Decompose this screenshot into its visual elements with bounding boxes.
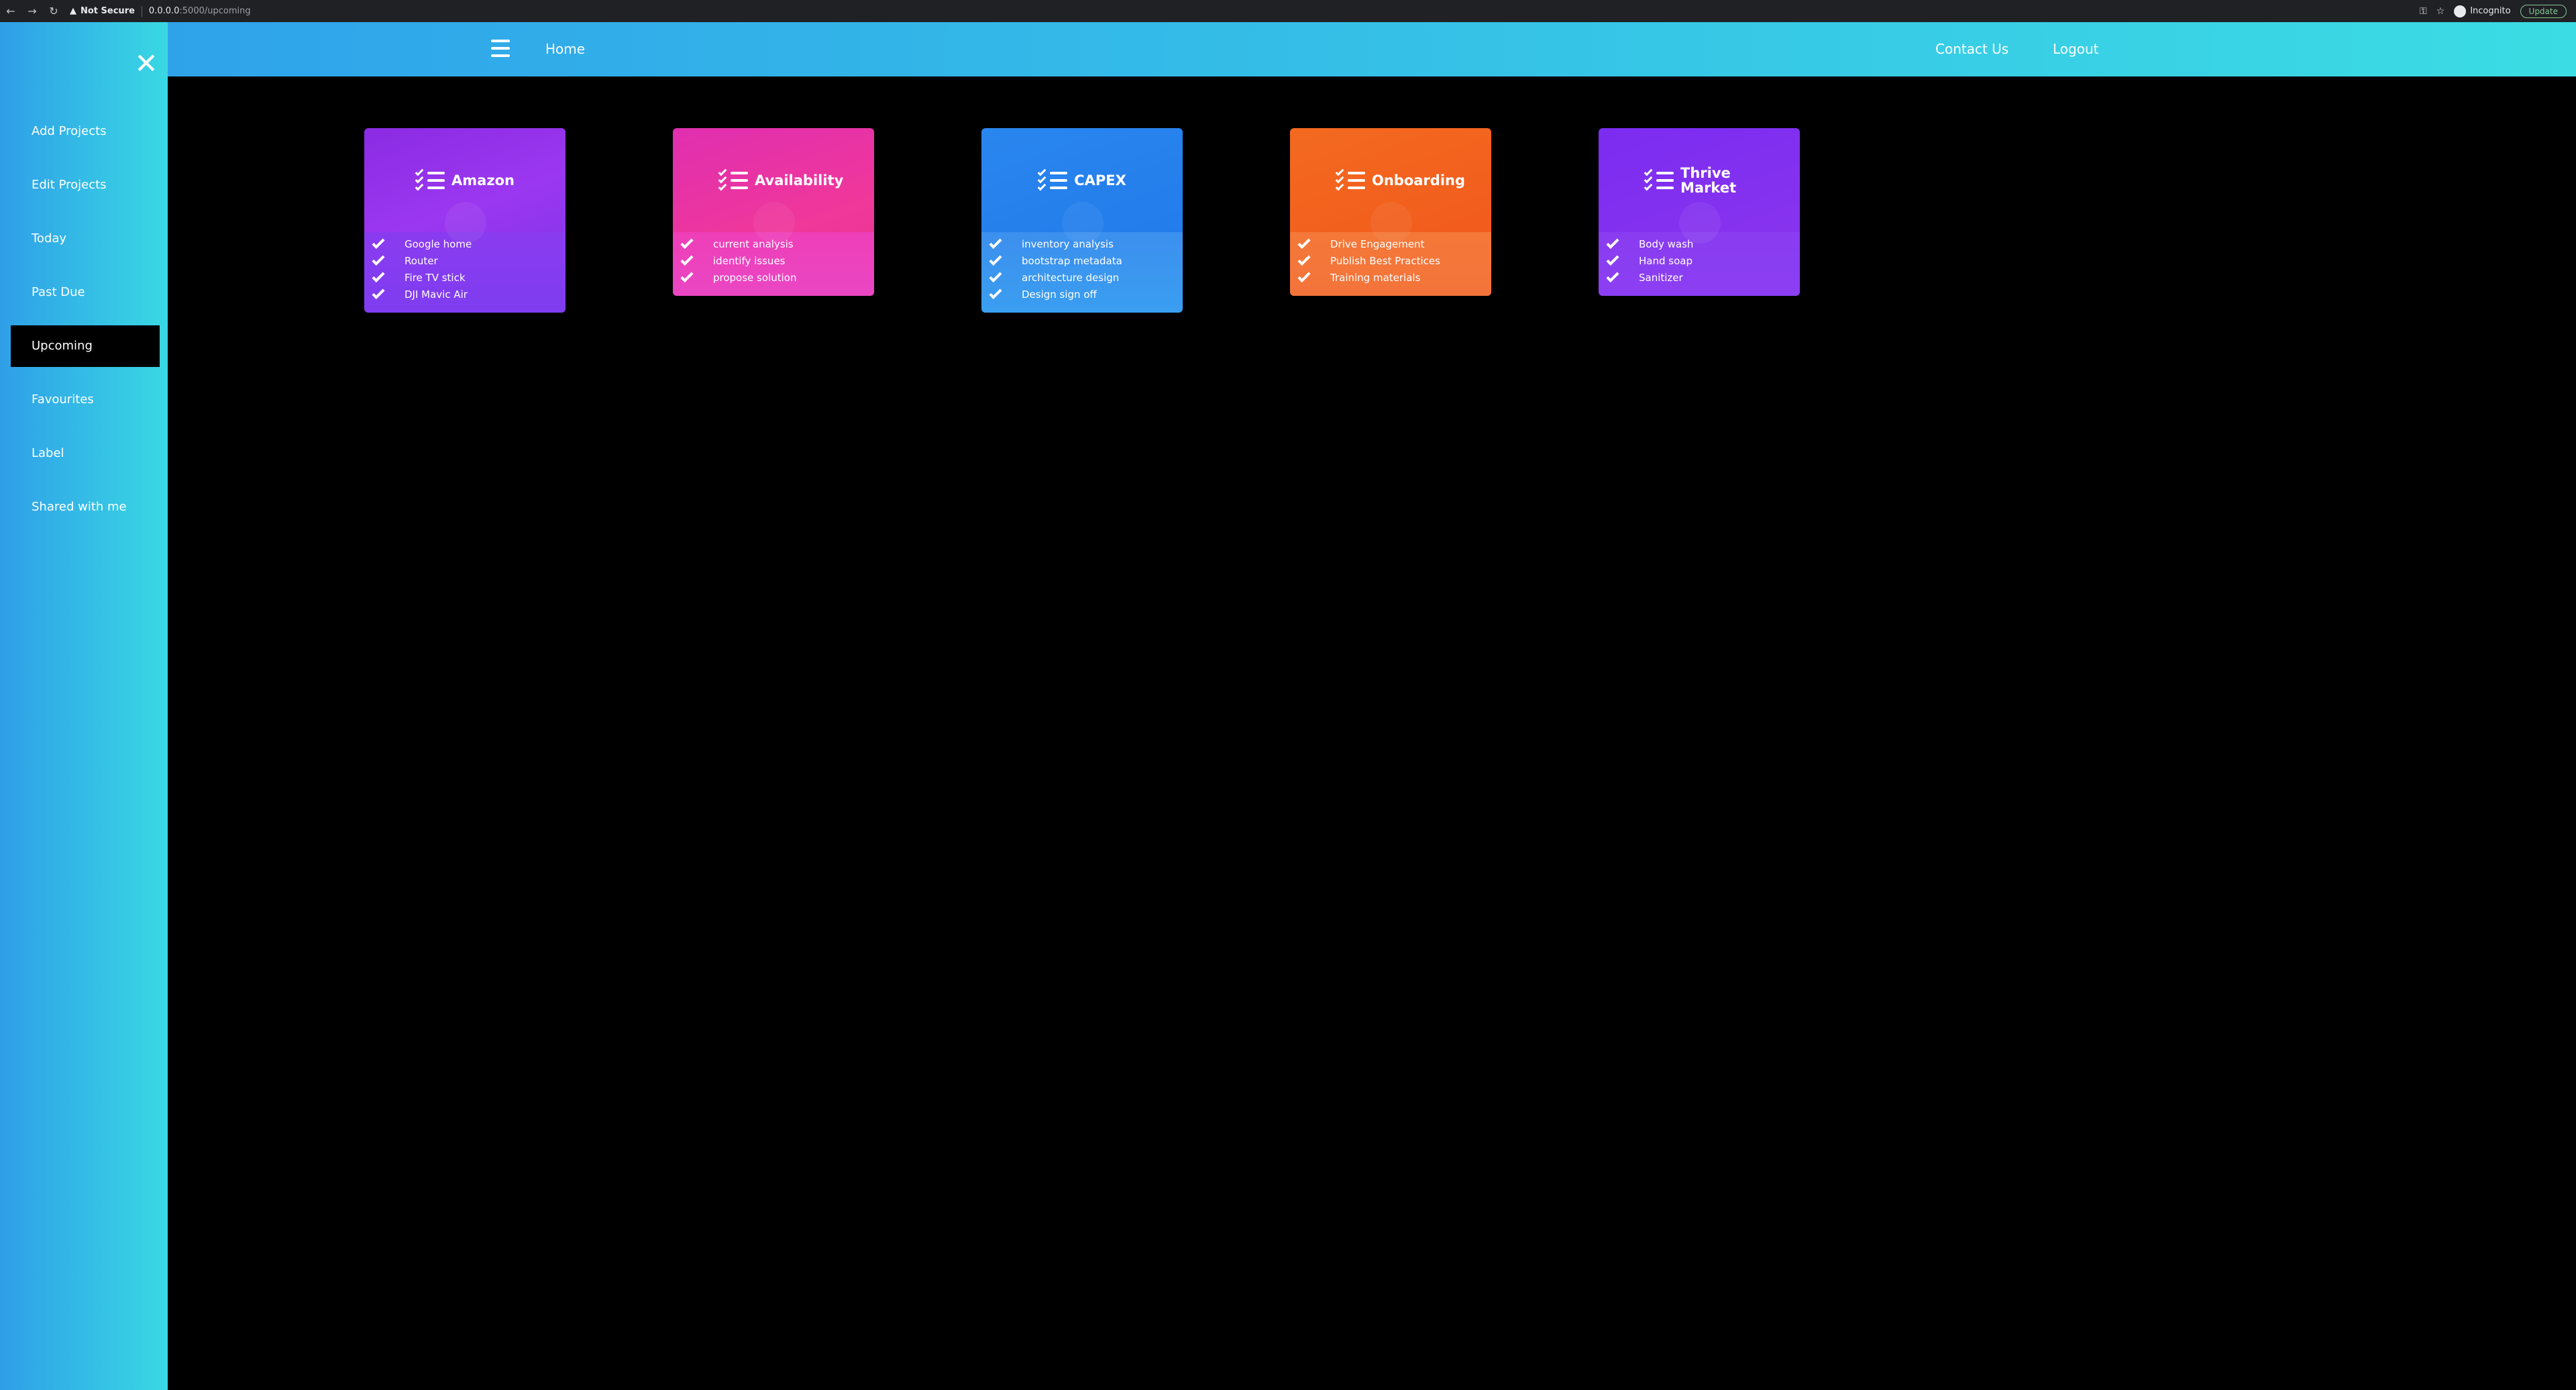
- key-icon[interactable]: ⚿: [2420, 6, 2427, 17]
- security-label: Not Secure: [80, 6, 135, 16]
- check-icon: [680, 269, 694, 283]
- check-icon: [1606, 235, 1619, 250]
- sidebar: ✕ Add Projects Edit Projects Today Past …: [0, 22, 168, 1390]
- task-item[interactable]: Training materials: [1290, 269, 1491, 286]
- browser-toolbar: ← → ↻ ▲ Not Secure 0.0.0.0 :5000/upcomin…: [0, 0, 2576, 22]
- card-header: Availability: [673, 128, 874, 244]
- task-item[interactable]: Publish Best Practices: [1290, 252, 1491, 270]
- sidebar-item-edit-projects[interactable]: Edit Projects: [11, 164, 160, 206]
- check-icon: [1297, 235, 1311, 250]
- check-icon: [989, 269, 1002, 283]
- check-icon: [989, 235, 1002, 250]
- task-item[interactable]: Design sign off: [981, 286, 1183, 303]
- check-icon: [680, 235, 694, 250]
- task-item[interactable]: Fire TV stick: [364, 269, 566, 286]
- sidebar-item-favourites[interactable]: Favourites: [11, 379, 160, 421]
- check-icon: [372, 252, 385, 266]
- task-item[interactable]: DJI Mavic Air: [364, 286, 566, 303]
- check-icon: [372, 235, 385, 250]
- nav-logout-link[interactable]: Logout: [2053, 41, 2098, 57]
- incognito-label: Incognito: [2470, 6, 2511, 16]
- task-item[interactable]: Router: [364, 252, 566, 270]
- star-icon[interactable]: ☆: [2436, 6, 2445, 17]
- close-icon[interactable]: ✕: [134, 50, 158, 78]
- project-card-thrive-market[interactable]: Thrive Market Body wash Hand soap Saniti…: [1599, 128, 1800, 296]
- forward-icon[interactable]: →: [21, 0, 43, 22]
- project-card-amazon[interactable]: Amazon Google home Router Fire TV stick …: [364, 128, 566, 313]
- back-icon[interactable]: ←: [0, 0, 21, 22]
- check-icon: [989, 286, 1002, 300]
- card-header: Amazon: [364, 128, 566, 244]
- incognito-indicator[interactable]: Incognito: [2454, 5, 2511, 17]
- project-card-availability[interactable]: Availability current analysis identify i…: [673, 128, 874, 296]
- card-title: Amazon: [451, 172, 515, 189]
- update-button[interactable]: Update: [2520, 4, 2567, 18]
- top-navbar: Home Contact Us Logout: [168, 22, 2576, 76]
- url-path: :5000/upcoming: [179, 6, 251, 16]
- check-icon: [1297, 252, 1311, 266]
- checklist-icon: [415, 167, 445, 192]
- check-icon: [680, 252, 694, 266]
- card-title: CAPEX: [1074, 172, 1126, 189]
- sidebar-item-shared-with-me[interactable]: Shared with me: [11, 486, 160, 528]
- address-bar[interactable]: ▲ Not Secure 0.0.0.0 :5000/upcoming: [70, 3, 251, 20]
- card-task-list: inventory analysis bootstrap metadata ar…: [981, 232, 1183, 313]
- sidebar-item-past-due[interactable]: Past Due: [11, 272, 160, 313]
- card-title: Availability: [755, 172, 844, 189]
- sidebar-item-upcoming[interactable]: Upcoming: [11, 325, 160, 367]
- sidebar-item-add-projects[interactable]: Add Projects: [11, 111, 160, 152]
- nav-home-link[interactable]: Home: [545, 41, 585, 57]
- project-card-onboarding[interactable]: Onboarding Drive Engagement Publish Best…: [1290, 128, 1491, 296]
- project-card-capex[interactable]: CAPEX inventory analysis bootstrap metad…: [981, 128, 1183, 313]
- check-icon: [1606, 269, 1619, 283]
- check-icon: [989, 252, 1002, 266]
- task-item[interactable]: identify issues: [673, 252, 874, 270]
- task-item[interactable]: Hand soap: [1599, 252, 1800, 270]
- nav-contact-link[interactable]: Contact Us: [1935, 41, 2008, 57]
- reload-icon[interactable]: ↻: [43, 0, 64, 22]
- card-task-list: Google home Router Fire TV stick DJI Mav…: [364, 232, 566, 313]
- task-item[interactable]: bootstrap metadata: [981, 252, 1183, 270]
- check-icon: [372, 269, 385, 283]
- sidebar-item-today[interactable]: Today: [11, 218, 160, 260]
- task-item[interactable]: propose solution: [673, 269, 874, 286]
- card-title: Onboarding: [1372, 172, 1466, 189]
- checklist-icon: [1037, 167, 1068, 192]
- task-item[interactable]: architecture design: [981, 269, 1183, 286]
- check-icon: [1297, 269, 1311, 283]
- hamburger-menu-icon[interactable]: [491, 40, 510, 57]
- incognito-icon: [2454, 5, 2467, 17]
- card-title: Thrive Market: [1680, 164, 1737, 196]
- checklist-icon: [1644, 167, 1674, 192]
- url-host: 0.0.0.0: [148, 6, 180, 16]
- card-header: CAPEX: [981, 128, 1183, 244]
- card-header: Thrive Market: [1599, 128, 1800, 244]
- check-icon: [372, 286, 385, 300]
- sidebar-item-label[interactable]: Label: [11, 433, 160, 474]
- warning-icon: ▲: [70, 6, 76, 16]
- checklist-icon: [718, 167, 748, 192]
- sidebar-menu: Add Projects Edit Projects Today Past Du…: [0, 111, 168, 540]
- check-icon: [1606, 252, 1619, 266]
- checklist-icon: [1335, 167, 1365, 192]
- card-header: Onboarding: [1290, 128, 1491, 244]
- task-item[interactable]: Sanitizer: [1599, 269, 1800, 286]
